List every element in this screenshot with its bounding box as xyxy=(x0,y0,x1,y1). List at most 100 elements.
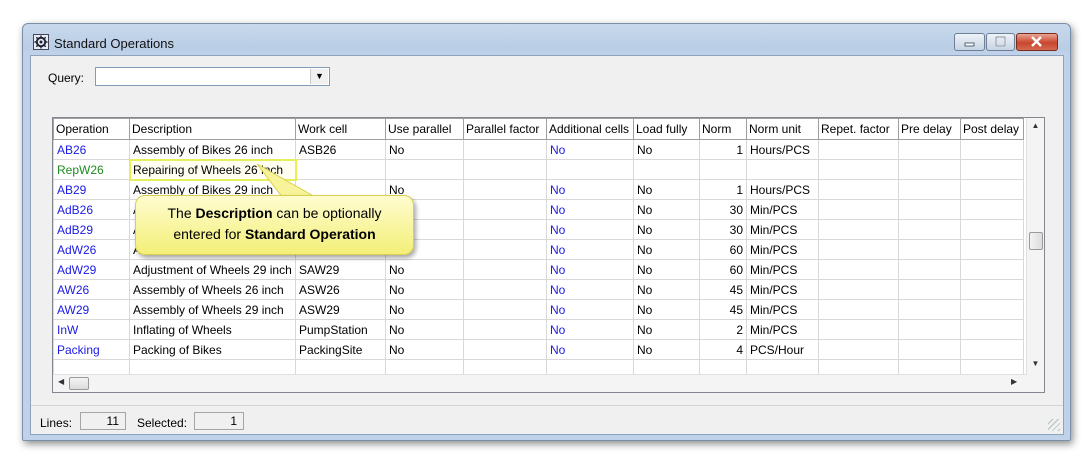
column-header[interactable]: Pre delay xyxy=(898,118,961,140)
cell-pre-delay[interactable] xyxy=(898,299,961,320)
cell-load-fully[interactable]: No xyxy=(633,199,700,220)
cell-parallel-factor[interactable] xyxy=(463,199,547,220)
cell-additional-cells[interactable]: No xyxy=(546,199,634,220)
close-button[interactable] xyxy=(1016,33,1058,51)
table-row[interactable]: InW Inflating of Wheels PumpStation No No No 2… xyxy=(53,319,1024,340)
cell-norm[interactable]: 30 xyxy=(699,219,747,240)
cell-additional-cells[interactable]: No xyxy=(546,319,634,340)
cell-operation[interactable]: Packing xyxy=(53,339,130,360)
column-header[interactable]: Work cell xyxy=(295,118,386,140)
cell-operation[interactable]: AB29 xyxy=(53,179,130,200)
cell-parallel-factor[interactable] xyxy=(463,139,547,160)
cell-repet-factor[interactable] xyxy=(818,339,899,360)
cell-norm[interactable]: 1 xyxy=(699,139,747,160)
cell-operation[interactable]: AdW26 xyxy=(53,239,130,260)
scroll-left-icon[interactable]: ◀ xyxy=(58,377,64,386)
cell-description[interactable]: Adjustment of Wheels 29 inch xyxy=(129,259,296,280)
column-header[interactable]: Post delay xyxy=(960,118,1024,140)
cell-work-cell[interactable]: PumpStation xyxy=(295,319,386,340)
column-header[interactable]: Use parallel xyxy=(385,118,464,140)
cell-repet-factor[interactable] xyxy=(818,179,899,200)
cell-norm-unit[interactable]: Min/PCS xyxy=(746,219,819,240)
cell-additional-cells[interactable]: No xyxy=(546,279,634,300)
column-header[interactable]: Norm xyxy=(699,118,747,140)
cell-norm-unit[interactable]: Min/PCS xyxy=(746,239,819,260)
cell-operation[interactable]: RepW26 xyxy=(53,159,130,180)
cell-additional-cells[interactable]: No xyxy=(546,179,634,200)
table-row[interactable]: AW29 Assembly of Wheels 29 inch ASW29 No No N… xyxy=(53,299,1024,320)
cell-norm[interactable]: 60 xyxy=(699,259,747,280)
cell-repet-factor[interactable] xyxy=(818,139,899,160)
cell-work-cell[interactable]: PackingSite xyxy=(295,339,386,360)
cell-pre-delay[interactable] xyxy=(898,159,961,180)
cell-load-fully[interactable]: No xyxy=(633,219,700,240)
cell-post-delay[interactable] xyxy=(960,339,1024,360)
table-row[interactable]: AB26 Assembly of Bikes 26 inch ASB26 No No No… xyxy=(53,139,1024,160)
table-row[interactable]: AW26 Assembly of Wheels 26 inch ASW26 No No N… xyxy=(53,279,1024,300)
cell-load-fully[interactable]: No xyxy=(633,179,700,200)
cell-load-fully[interactable]: No xyxy=(633,239,700,260)
cell-pre-delay[interactable] xyxy=(898,259,961,280)
cell-repet-factor[interactable] xyxy=(818,299,899,320)
cell-use-parallel[interactable]: No xyxy=(385,279,464,300)
cell-load-fully[interactable]: No xyxy=(633,339,700,360)
cell-work-cell[interactable]: ASB26 xyxy=(295,139,386,160)
cell-post-delay[interactable] xyxy=(960,319,1024,340)
horizontal-scrollbar[interactable]: ◀ ▶ xyxy=(53,374,1027,392)
cell-norm-unit[interactable]: Hours/PCS xyxy=(746,179,819,200)
minimize-button[interactable] xyxy=(954,33,985,51)
cell-norm-unit[interactable]: Min/PCS xyxy=(746,199,819,220)
cell-norm[interactable]: 30 xyxy=(699,199,747,220)
cell-use-parallel[interactable]: No xyxy=(385,319,464,340)
cell-description[interactable]: Packing of Bikes xyxy=(129,339,296,360)
cell-norm-unit[interactable]: Min/PCS xyxy=(746,299,819,320)
column-header[interactable]: Parallel factor xyxy=(463,118,547,140)
cell-load-fully[interactable]: No xyxy=(633,299,700,320)
cell-pre-delay[interactable] xyxy=(898,139,961,160)
title-bar[interactable]: Standard Operations xyxy=(23,24,1070,56)
cell-operation[interactable]: AB26 xyxy=(53,139,130,160)
cell-additional-cells[interactable] xyxy=(546,159,634,180)
cell-load-fully[interactable]: No xyxy=(633,319,700,340)
cell-pre-delay[interactable] xyxy=(898,199,961,220)
cell-norm[interactable]: 4 xyxy=(699,339,747,360)
cell-description[interactable]: Assembly of Bikes 26 inch xyxy=(129,139,296,160)
cell-pre-delay[interactable] xyxy=(898,339,961,360)
cell-pre-delay[interactable] xyxy=(898,219,961,240)
dropdown-arrow-icon[interactable]: ▼ xyxy=(310,69,328,84)
cell-norm-unit[interactable]: Min/PCS xyxy=(746,279,819,300)
cell-repet-factor[interactable] xyxy=(818,259,899,280)
cell-operation[interactable]: InW xyxy=(53,319,130,340)
cell-additional-cells[interactable]: No xyxy=(546,239,634,260)
cell-use-parallel[interactable]: No xyxy=(385,339,464,360)
cell-post-delay[interactable] xyxy=(960,139,1024,160)
cell-parallel-factor[interactable] xyxy=(463,239,547,260)
cell-repet-factor[interactable] xyxy=(818,199,899,220)
cell-pre-delay[interactable] xyxy=(898,279,961,300)
cell-load-fully[interactable] xyxy=(633,159,700,180)
cell-use-parallel[interactable]: No xyxy=(385,139,464,160)
cell-post-delay[interactable] xyxy=(960,199,1024,220)
cell-norm[interactable]: 2 xyxy=(699,319,747,340)
query-dropdown[interactable]: ▼ xyxy=(95,67,330,86)
cell-description[interactable]: Inflating of Wheels xyxy=(129,319,296,340)
cell-load-fully[interactable]: No xyxy=(633,279,700,300)
cell-pre-delay[interactable] xyxy=(898,239,961,260)
cell-description[interactable]: Assembly of Wheels 26 inch xyxy=(129,279,296,300)
cell-norm-unit[interactable]: Hours/PCS xyxy=(746,139,819,160)
column-header[interactable]: Load fully xyxy=(633,118,700,140)
cell-parallel-factor[interactable] xyxy=(463,179,547,200)
cell-operation[interactable]: AW26 xyxy=(53,279,130,300)
cell-parallel-factor[interactable] xyxy=(463,299,547,320)
maximize-button[interactable] xyxy=(986,33,1015,51)
cell-repet-factor[interactable] xyxy=(818,239,899,260)
scroll-down-icon[interactable]: ▼ xyxy=(1027,359,1044,368)
cell-description[interactable]: Assembly of Wheels 29 inch xyxy=(129,299,296,320)
cell-norm[interactable]: 45 xyxy=(699,279,747,300)
cell-repet-factor[interactable] xyxy=(818,159,899,180)
cell-operation[interactable]: AdW29 xyxy=(53,259,130,280)
cell-additional-cells[interactable]: No xyxy=(546,299,634,320)
cell-post-delay[interactable] xyxy=(960,159,1024,180)
cell-parallel-factor[interactable] xyxy=(463,259,547,280)
cell-load-fully[interactable]: No xyxy=(633,259,700,280)
